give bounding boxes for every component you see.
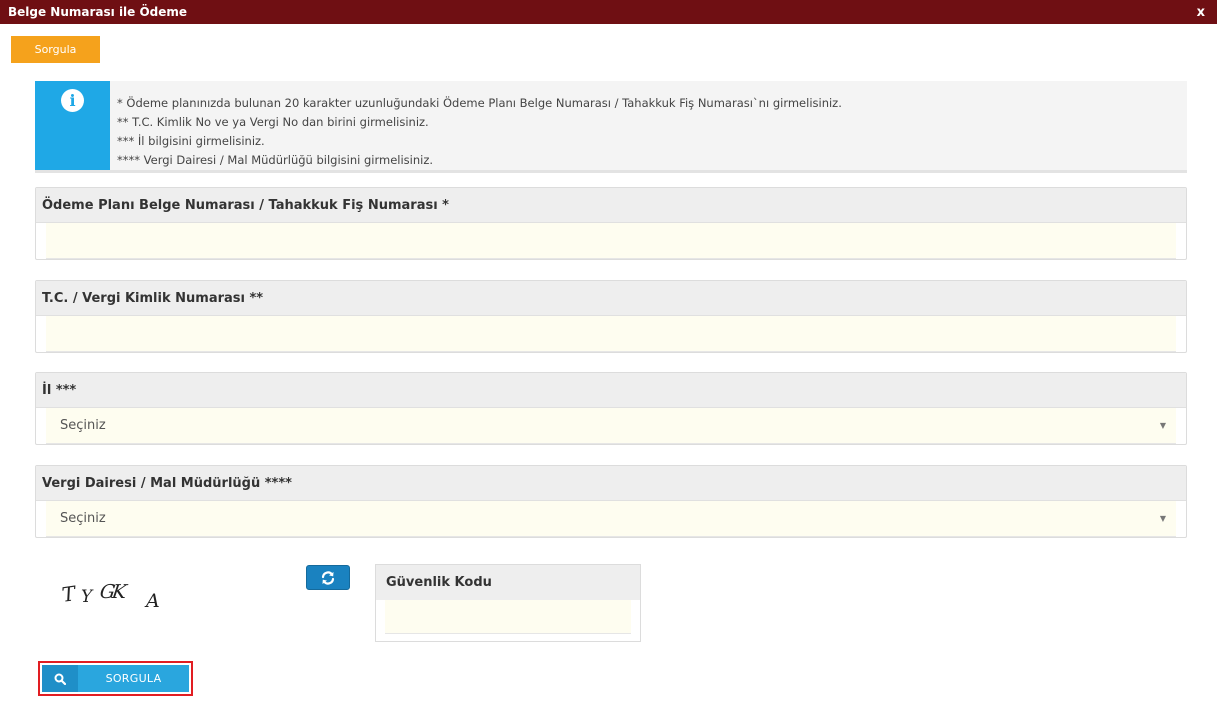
- captcha-char-1: T: [60, 581, 77, 607]
- belge-no-label: Ödeme Planı Belge Numarası / Tahakkuk Fi…: [36, 188, 1186, 223]
- vergi-dairesi-group: Vergi Dairesi / Mal Müdürlüğü **** Seçin…: [35, 465, 1187, 538]
- vergi-dairesi-select[interactable]: Seçiniz ▼: [46, 501, 1176, 537]
- tab-strip: Sorgula: [0, 24, 1217, 64]
- info-line-2: ** T.C. Kimlik No ve ya Vergi No dan bir…: [117, 115, 429, 129]
- dialog-title: Belge Numarası ile Ödeme: [8, 5, 188, 19]
- captcha-char-2: Y: [81, 587, 93, 607]
- info-line-4: **** Vergi Dairesi / Mal Müdürlüğü bilgi…: [117, 153, 434, 167]
- il-select[interactable]: Seçiniz ▼: [46, 408, 1176, 444]
- info-line-3: *** İl bilgisini girmelisiniz.: [117, 134, 265, 148]
- captcha-char-3: GK: [98, 581, 125, 603]
- tc-vergi-input[interactable]: [46, 316, 1176, 352]
- submit-highlight: SORGULA: [38, 661, 193, 696]
- info-line-1: * Ödeme planınızda bulunan 20 karakter u…: [117, 96, 842, 110]
- refresh-icon: [321, 570, 335, 585]
- belge-no-input[interactable]: [46, 223, 1176, 259]
- il-selected-value: Seçiniz: [60, 418, 106, 433]
- tab-sorgula[interactable]: Sorgula: [11, 36, 100, 63]
- search-icon: [42, 665, 78, 692]
- close-icon[interactable]: x: [1197, 6, 1205, 19]
- sorgula-button-label: SORGULA: [105, 672, 162, 685]
- il-group: İl *** Seçiniz ▼: [35, 372, 1187, 445]
- sorgula-button[interactable]: SORGULA: [42, 665, 189, 692]
- belge-no-group: Ödeme Planı Belge Numarası / Tahakkuk Fi…: [35, 187, 1187, 260]
- captcha-char-4: A: [146, 590, 160, 612]
- dialog-titlebar: Belge Numarası ile Ödeme x: [0, 0, 1217, 24]
- chevron-down-icon: ▼: [1159, 514, 1166, 523]
- tc-vergi-group: T.C. / Vergi Kimlik Numarası **: [35, 280, 1187, 353]
- info-box: i * Ödeme planınızda bulunan 20 karakter…: [35, 81, 1187, 173]
- info-icon-column: i: [35, 81, 110, 170]
- vergi-dairesi-label: Vergi Dairesi / Mal Müdürlüğü ****: [36, 466, 1186, 501]
- il-label: İl ***: [36, 373, 1186, 408]
- vergi-dairesi-selected-value: Seçiniz: [60, 511, 106, 526]
- captcha-label: Güvenlik Kodu: [376, 565, 640, 600]
- captcha-image: T Y GK A: [60, 580, 222, 618]
- captcha-input[interactable]: [385, 600, 631, 634]
- chevron-down-icon: ▼: [1159, 421, 1166, 430]
- info-text: * Ödeme planınızda bulunan 20 karakter u…: [117, 94, 842, 170]
- captcha-group: Güvenlik Kodu: [375, 564, 641, 642]
- tc-vergi-label: T.C. / Vergi Kimlik Numarası **: [36, 281, 1186, 316]
- captcha-refresh-button[interactable]: [306, 565, 350, 590]
- info-icon: i: [61, 89, 84, 112]
